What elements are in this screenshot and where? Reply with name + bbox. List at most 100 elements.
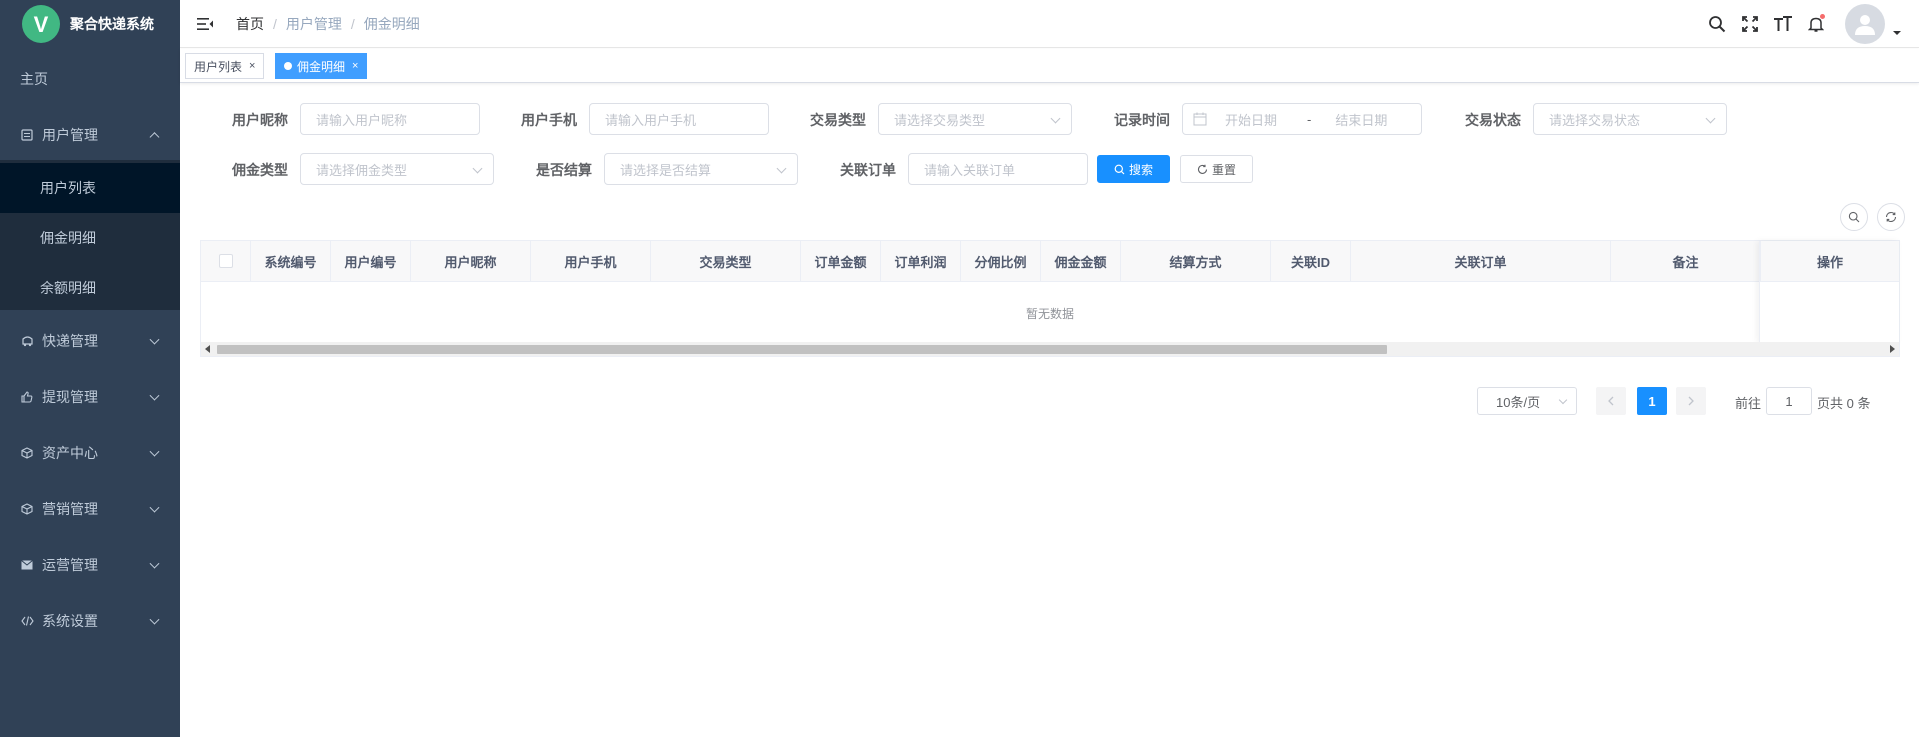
phone-placeholder: 请输入用户手机 (605, 112, 697, 128)
breadcrumb-user-management[interactable]: 用户管理 (286, 14, 342, 34)
logo-icon: V (22, 5, 60, 43)
menu-item-marketing-management[interactable]: 营销管理 (0, 486, 180, 532)
cube-icon (20, 502, 34, 516)
end-date-placeholder: 结束日期 (1335, 112, 1388, 128)
chevron-down-icon (149, 614, 160, 625)
commission-type-label: 佣金类型 (232, 162, 288, 178)
column-header[interactable]: 结算方式 (1121, 241, 1271, 281)
page-number-current[interactable]: 1 (1637, 387, 1667, 415)
reset-button-label: 重置 (1211, 162, 1236, 177)
chevron-down-icon (149, 334, 160, 345)
menu-item-withdraw-management[interactable]: 提现管理 (0, 374, 180, 420)
record-time-label: 记录时间 (1114, 112, 1170, 128)
refresh-icon (1197, 164, 1208, 175)
toggle-search-button[interactable] (1840, 203, 1868, 231)
search-button[interactable]: 搜索 (1097, 155, 1170, 183)
chevron-down-icon (149, 390, 160, 401)
sidebar-item-commission-detail[interactable]: 佣金明细 (0, 213, 180, 263)
search-icon[interactable] (1707, 14, 1727, 34)
list-icon (20, 128, 34, 142)
caret-down-icon[interactable] (1893, 31, 1901, 35)
menu-item-home[interactable]: 主页 (0, 56, 180, 102)
menu-item-asset-center[interactable]: 资产中心 (0, 430, 180, 476)
scrollbar-thumb[interactable] (217, 345, 1387, 354)
sub-item-label: 用户列表 (40, 180, 96, 196)
column-header[interactable]: 用户编号 (331, 241, 411, 281)
close-icon[interactable]: × (249, 60, 255, 72)
scroll-right-icon[interactable] (1890, 345, 1895, 353)
trade-status-label: 交易状态 (1465, 112, 1521, 128)
tag-user-list[interactable]: 用户列表 × (185, 53, 265, 79)
order-placeholder: 请输入关联订单 (924, 162, 1016, 178)
column-header[interactable]: 交易类型 (651, 241, 801, 281)
chevron-right-icon (1688, 396, 1694, 406)
sub-item-label: 佣金明细 (40, 230, 96, 246)
search-icon (1114, 164, 1125, 175)
chevron-down-icon (472, 163, 483, 174)
code-icon (20, 614, 34, 628)
reset-button[interactable]: 重置 (1180, 155, 1253, 183)
total-text: 页共 0 条 (1817, 396, 1871, 411)
column-header[interactable]: 关联ID (1271, 241, 1351, 281)
column-header[interactable]: 分佣比例 (961, 241, 1041, 281)
navbar-right (1707, 0, 1919, 48)
goto-label: 前往 (1735, 396, 1762, 411)
search-button-label: 搜索 (1128, 162, 1153, 177)
breadcrumb-home[interactable]: 首页 (236, 14, 264, 34)
select-all-checkbox[interactable] (218, 254, 233, 268)
column-header[interactable]: 用户昵称 (411, 241, 531, 281)
menu-item-label: 快递管理 (42, 333, 98, 349)
phone-input[interactable]: 请输入用户手机 (589, 103, 769, 135)
column-header[interactable]: 关联订单 (1351, 241, 1611, 281)
menu-item-label: 主页 (20, 71, 48, 87)
font-size-icon[interactable] (1773, 14, 1793, 34)
menu-item-user-management[interactable]: 用户管理 (0, 112, 180, 158)
menu-item-system-settings[interactable]: 系统设置 (0, 598, 180, 644)
sidebar-item-balance-detail[interactable]: 余额明细 (0, 263, 180, 313)
chevron-down-icon (1705, 113, 1716, 124)
prev-page-button[interactable] (1596, 387, 1626, 415)
hamburger-icon[interactable] (196, 15, 214, 33)
tag-commission-detail[interactable]: 佣金明细 × (275, 53, 368, 79)
column-header[interactable]: 用户手机 (531, 241, 651, 281)
mail-icon (20, 558, 34, 572)
scroll-left-icon[interactable] (205, 345, 210, 353)
date-range-picker[interactable]: 开始日期 - 结束日期 (1182, 103, 1422, 135)
settled-select[interactable]: 请选择是否结算 (604, 153, 798, 185)
menu-item-operation-management[interactable]: 运营管理 (0, 542, 180, 588)
chevron-down-icon (149, 502, 160, 513)
svg-text:V: V (34, 12, 49, 37)
column-header[interactable]: 订单利润 (881, 241, 961, 281)
settled-placeholder: 请选择是否结算 (620, 162, 712, 178)
horizontal-scrollbar[interactable] (201, 342, 1899, 356)
goto-page-input[interactable]: 1 (1766, 387, 1812, 415)
page-size-select[interactable]: 10条/页 (1477, 387, 1577, 415)
active-dot (284, 62, 292, 70)
close-icon[interactable]: × (352, 60, 358, 72)
fullscreen-icon[interactable] (1740, 14, 1760, 34)
column-header[interactable]: 系统编号 (251, 241, 331, 281)
sidebar-item-user-list[interactable]: 用户列表 (0, 163, 180, 213)
chevron-left-icon (1608, 396, 1614, 406)
tags-view: 用户列表 × 佣金明细 × (180, 49, 1919, 83)
refresh-button[interactable] (1877, 203, 1905, 231)
trade-type-select[interactable]: 请选择交易类型 (878, 103, 1072, 135)
column-header[interactable]: 备注 (1611, 241, 1761, 281)
column-header[interactable]: 佣金金额 (1041, 241, 1121, 281)
commission-table: 系统编号 用户编号 用户昵称 用户手机 交易类型 订单金额 订单利润 分佣比例 … (200, 240, 1900, 357)
nickname-input[interactable]: 请输入用户昵称 (300, 103, 480, 135)
order-label: 关联订单 (840, 162, 896, 178)
column-header[interactable]: 订单金额 (801, 241, 881, 281)
breadcrumb: 首页 / 用户管理 / 佣金明细 (236, 14, 420, 34)
chevron-down-icon (776, 163, 787, 174)
trade-status-select[interactable]: 请选择交易状态 (1533, 103, 1727, 135)
bell-icon[interactable] (1806, 14, 1826, 34)
avatar[interactable] (1845, 4, 1885, 44)
chevron-down-icon (1558, 395, 1568, 405)
next-page-button[interactable] (1676, 387, 1706, 415)
chevron-up-icon (149, 132, 160, 143)
commission-type-select[interactable]: 请选择佣金类型 (300, 153, 494, 185)
menu-item-express-management[interactable]: 快递管理 (0, 318, 180, 364)
order-input[interactable]: 请输入关联订单 (908, 153, 1088, 185)
truck-icon (20, 334, 34, 348)
